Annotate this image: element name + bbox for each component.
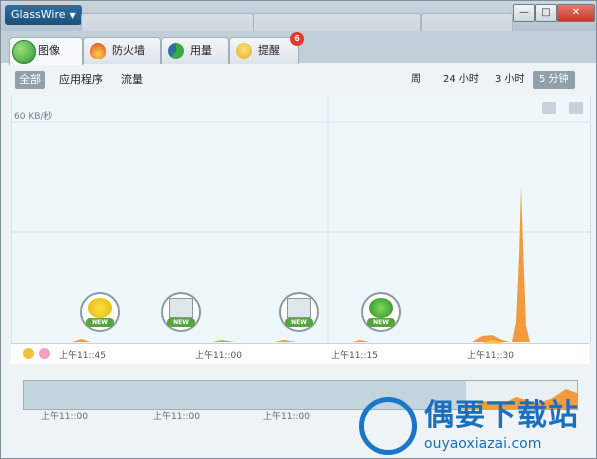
glasswire-window: GlassWire ▼ — □ ✕ 图像 防火墙 用量 提醒 6 全部 应用程序 … <box>0 0 597 459</box>
camera-icon[interactable] <box>542 102 556 114</box>
filter-bar: 全部 应用程序 流量 周 24 小时 3 小时 5 分钟 <box>11 67 589 93</box>
tab-alerts[interactable]: 提醒 <box>229 37 299 64</box>
time-tick: 上午11::00 <box>195 351 242 361</box>
filter-all[interactable]: 全部 <box>15 71 45 89</box>
tab-label: 用量 <box>190 44 212 57</box>
range-week[interactable]: 周 <box>411 71 421 89</box>
new-tag: NEW <box>285 318 313 327</box>
event-marker[interactable]: NEW <box>161 292 201 332</box>
pause-icon[interactable] <box>569 102 583 114</box>
new-tag: NEW <box>367 318 395 327</box>
tab-graph[interactable]: 图像 <box>9 37 83 65</box>
outgoing-legend-dot <box>23 348 34 359</box>
app-menu-button[interactable]: GlassWire ▼ <box>5 5 82 25</box>
filter-traffic[interactable]: 流量 <box>121 71 143 89</box>
window-app-icon <box>287 298 311 318</box>
close-button[interactable]: ✕ <box>557 4 595 22</box>
range-3h[interactable]: 3 小时 <box>495 71 525 89</box>
chevron-down-icon: ▼ <box>69 11 76 20</box>
window-app-icon <box>169 298 193 318</box>
tab-label: 防火墙 <box>112 44 145 57</box>
overview-tick: 上午11::00 <box>153 412 200 422</box>
network-graph: 60 KB/秒 NEW NEW NEW NEW <box>11 96 591 343</box>
app-update-icon <box>88 298 112 318</box>
event-marker[interactable]: NEW <box>361 292 401 332</box>
incoming-legend-dot <box>39 348 50 359</box>
overview-tick: 上午11::00 <box>263 412 310 422</box>
watermark-url: ouyaoxiazai.com <box>424 436 542 452</box>
usage-pie-icon <box>168 43 184 59</box>
tab-label: 图像 <box>38 44 60 57</box>
alerts-count-badge: 6 <box>290 32 304 46</box>
tab-firewall[interactable]: 防火墙 <box>83 37 161 64</box>
new-tag: NEW <box>167 318 195 327</box>
watermark-logo <box>359 397 417 455</box>
range-24h[interactable]: 24 小时 <box>443 71 479 89</box>
time-tick: 上午11::15 <box>331 351 378 361</box>
app-name: GlassWire <box>11 8 66 21</box>
time-axis: 上午11::45 上午11::00 上午11::15 上午11::30 <box>11 343 589 364</box>
background-browser-tab <box>81 13 254 32</box>
title-bar: GlassWire ▼ — □ ✕ <box>1 1 596 32</box>
tab-label: 提醒 <box>258 44 280 57</box>
scale-label: 60 KB/秒 <box>14 112 53 122</box>
background-browser-tab <box>253 13 421 32</box>
filter-applications[interactable]: 应用程序 <box>59 71 103 89</box>
time-tick: 上午11::30 <box>467 351 514 361</box>
bulb-icon <box>236 43 252 59</box>
graph-icon <box>12 40 36 64</box>
tab-usage[interactable]: 用量 <box>161 37 229 64</box>
minimize-button[interactable]: — <box>513 4 535 22</box>
watermark-title: 偶要下载站 <box>424 398 579 433</box>
maximize-button[interactable]: □ <box>535 4 557 22</box>
overview-tick: 上午11::00 <box>41 412 88 422</box>
ie-browser-icon <box>369 298 393 318</box>
time-tick: 上午11::45 <box>59 351 106 361</box>
range-5min[interactable]: 5 分钟 <box>533 71 575 89</box>
event-marker[interactable]: NEW <box>279 292 319 332</box>
new-tag: NEW <box>86 318 114 327</box>
event-marker[interactable]: NEW <box>80 292 120 332</box>
flame-icon <box>90 43 106 59</box>
background-browser-tab <box>421 13 513 32</box>
